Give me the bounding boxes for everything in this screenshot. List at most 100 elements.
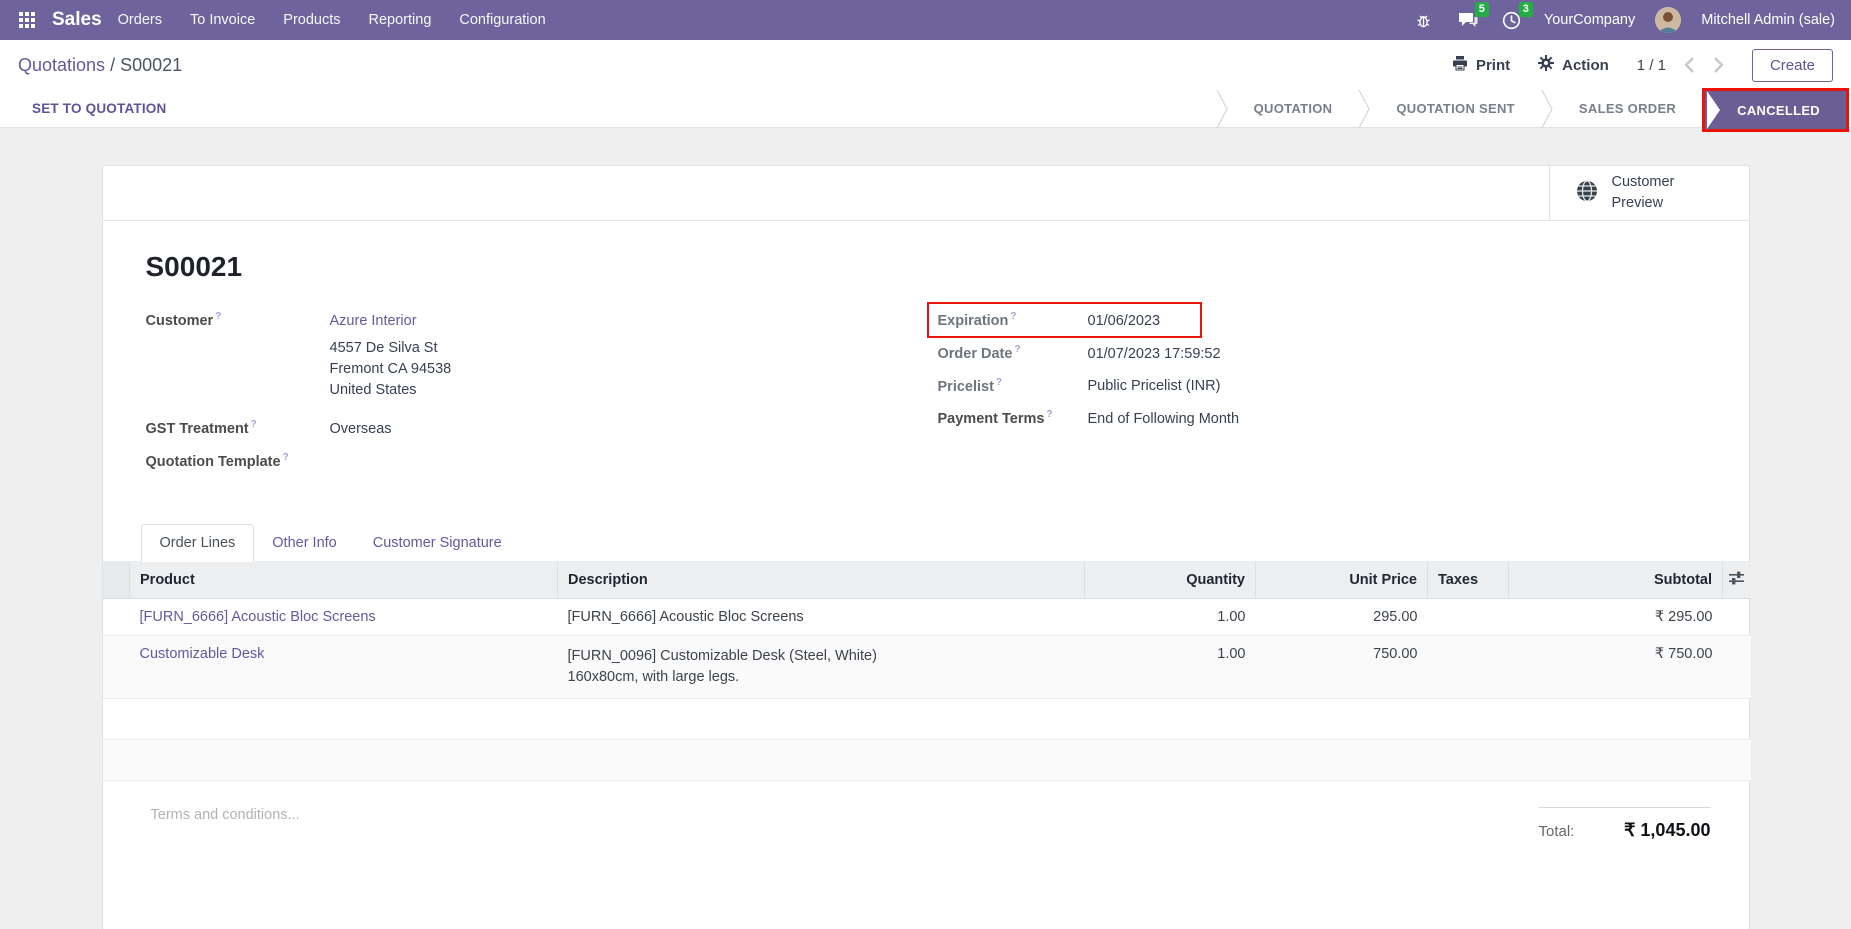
print-label: Print xyxy=(1476,57,1510,74)
messages-count-badge: 5 xyxy=(1475,2,1489,17)
status-step-cancelled[interactable]: CANCELLED xyxy=(1705,91,1846,129)
subtotal-cell: ₹ 750.00 xyxy=(1509,636,1723,699)
menu-reporting[interactable]: Reporting xyxy=(369,12,432,28)
row-handle[interactable] xyxy=(103,636,130,699)
customer-field-value[interactable]: Azure Interior xyxy=(330,313,417,329)
debug-bug-icon[interactable] xyxy=(1412,8,1436,32)
column-header-description[interactable]: Description xyxy=(558,562,1085,599)
row-handle[interactable] xyxy=(103,599,130,636)
total-value: ₹ 1,045.00 xyxy=(1624,820,1711,841)
column-header-unit-price[interactable]: Unit Price xyxy=(1256,562,1428,599)
form-view: Customer Preview S00021 Customer? Azure … xyxy=(0,128,1851,929)
pager-next-icon[interactable] xyxy=(1713,56,1724,74)
unit-price-cell[interactable]: 750.00 xyxy=(1256,636,1428,699)
notebook-tabs: Order Lines Other Info Customer Signatur… xyxy=(103,524,1749,562)
column-header-subtotal[interactable]: Subtotal xyxy=(1509,562,1723,599)
cancelled-annotation-box: CANCELLED xyxy=(1702,88,1849,132)
optional-columns-icon[interactable] xyxy=(1723,562,1751,599)
expiration-field-label: Expiration? xyxy=(938,311,1088,329)
menu-products[interactable]: Products xyxy=(283,12,340,28)
order-date-field-label: Order Date? xyxy=(938,344,1088,362)
description-cell[interactable]: [FURN_6666] Acoustic Bloc Screens xyxy=(558,599,1085,636)
menu-to-invoice[interactable]: To Invoice xyxy=(190,12,255,28)
help-icon: ? xyxy=(1046,409,1052,420)
help-icon: ? xyxy=(251,419,257,430)
breadcrumb-separator: / xyxy=(110,55,115,75)
activities-clock-icon[interactable]: 3 xyxy=(1500,8,1524,32)
expiration-field-value[interactable]: 01/06/2023 xyxy=(1088,313,1161,329)
payment-terms-field-label: Payment Terms? xyxy=(938,409,1088,427)
cancelled-label: CANCELLED xyxy=(1737,103,1820,118)
empty-row[interactable] xyxy=(103,699,1751,740)
status-step-quotation[interactable]: QUOTATION xyxy=(1228,90,1359,127)
empty-row[interactable] xyxy=(103,740,1751,781)
step-separator-icon xyxy=(1541,90,1553,127)
user-menu[interactable]: Mitchell Admin (sale) xyxy=(1701,12,1835,28)
column-header-quantity[interactable]: Quantity xyxy=(1085,562,1256,599)
help-icon: ? xyxy=(215,311,221,322)
terms-and-conditions-input[interactable]: Terms and conditions... xyxy=(151,807,300,823)
pricelist-field-label: Pricelist? xyxy=(938,377,1088,395)
tab-customer-signature[interactable]: Customer Signature xyxy=(355,525,520,561)
subtotal-cell: ₹ 295.00 xyxy=(1509,599,1723,636)
field-column-right: Expiration? 01/06/2023 Order Date? 01/07… xyxy=(914,311,1706,484)
column-header-product[interactable]: Product xyxy=(130,562,558,599)
gst-treatment-field-value[interactable]: Overseas xyxy=(330,421,392,437)
activities-count-badge: 3 xyxy=(1519,2,1533,17)
pager-counter: 1 / 1 xyxy=(1637,57,1666,74)
sheet-bottom: Terms and conditions... Total: ₹ 1,045.0… xyxy=(103,781,1749,841)
description-cell[interactable]: [FURN_0096] Customizable Desk (Steel, Wh… xyxy=(558,636,1085,699)
tab-order-lines[interactable]: Order Lines xyxy=(141,524,255,562)
messages-icon[interactable]: 5 xyxy=(1456,8,1480,32)
breadcrumb: Quotations / S00021 xyxy=(18,55,182,76)
customer-field-label: Customer? xyxy=(146,311,330,329)
order-date-field-value[interactable]: 01/07/2023 17:59:52 xyxy=(1088,346,1221,362)
set-to-quotation-button[interactable]: SET TO QUOTATION xyxy=(32,101,166,116)
globe-icon xyxy=(1576,180,1598,207)
step-separator-icon xyxy=(1216,90,1228,127)
customer-preview-label-1: Customer xyxy=(1612,172,1675,193)
row-handle-column xyxy=(103,562,130,599)
field-column-left: Customer? Azure Interior 4557 De Silva S… xyxy=(146,311,914,484)
action-label: Action xyxy=(1562,57,1609,74)
avatar[interactable] xyxy=(1655,7,1681,33)
quantity-cell[interactable]: 1.00 xyxy=(1085,599,1256,636)
menu-orders[interactable]: Orders xyxy=(118,12,162,28)
taxes-cell[interactable] xyxy=(1428,599,1509,636)
printer-icon xyxy=(1452,55,1468,75)
status-steps: QUOTATION QUOTATION SENT SALES ORDER CAN… xyxy=(1216,90,1849,127)
pricelist-field-value[interactable]: Public Pricelist (INR) xyxy=(1088,378,1221,394)
customer-preview-button[interactable]: Customer Preview xyxy=(1549,166,1749,220)
product-link[interactable]: [FURN_6666] Acoustic Bloc Screens xyxy=(140,609,376,625)
help-icon: ? xyxy=(996,377,1002,388)
product-link[interactable]: Customizable Desk xyxy=(140,646,265,662)
pager-previous-icon[interactable] xyxy=(1684,56,1695,74)
top-navbar: Sales Orders To Invoice Products Reporti… xyxy=(0,0,1851,40)
statusbar: SET TO QUOTATION QUOTATION QUOTATION SEN… xyxy=(0,90,1851,128)
order-lines-table: Product Description Quantity Unit Price … xyxy=(103,562,1751,781)
create-button[interactable]: Create xyxy=(1752,49,1833,82)
breadcrumb-quotations[interactable]: Quotations xyxy=(18,55,105,75)
table-row[interactable]: Customizable Desk [FURN_0096] Customizab… xyxy=(103,636,1751,699)
column-header-taxes[interactable]: Taxes xyxy=(1428,562,1509,599)
company-switcher[interactable]: YourCompany xyxy=(1544,12,1635,28)
gear-icon xyxy=(1538,55,1554,75)
field-group: Customer? Azure Interior 4557 De Silva S… xyxy=(103,311,1749,484)
quotation-sheet: Customer Preview S00021 Customer? Azure … xyxy=(102,165,1750,929)
table-row[interactable]: [FURN_6666] Acoustic Bloc Screens [FURN_… xyxy=(103,599,1751,636)
taxes-cell[interactable] xyxy=(1428,636,1509,699)
quantity-cell[interactable]: 1.00 xyxy=(1085,636,1256,699)
menu-configuration[interactable]: Configuration xyxy=(459,12,545,28)
tab-other-info[interactable]: Other Info xyxy=(254,525,354,561)
breadcrumb-current: S00021 xyxy=(120,55,182,75)
status-step-quotation-sent[interactable]: QUOTATION SENT xyxy=(1370,90,1541,127)
apps-grid-icon[interactable] xyxy=(12,5,42,35)
app-name[interactable]: Sales xyxy=(52,9,102,31)
main-menu: Orders To Invoice Products Reporting Con… xyxy=(118,12,546,28)
action-button[interactable]: Action xyxy=(1538,55,1609,75)
total-label: Total: xyxy=(1539,823,1575,840)
print-button[interactable]: Print xyxy=(1452,55,1510,75)
status-step-sales-order[interactable]: SALES ORDER xyxy=(1553,90,1702,127)
unit-price-cell[interactable]: 295.00 xyxy=(1256,599,1428,636)
payment-terms-field-value[interactable]: End of Following Month xyxy=(1088,411,1240,427)
